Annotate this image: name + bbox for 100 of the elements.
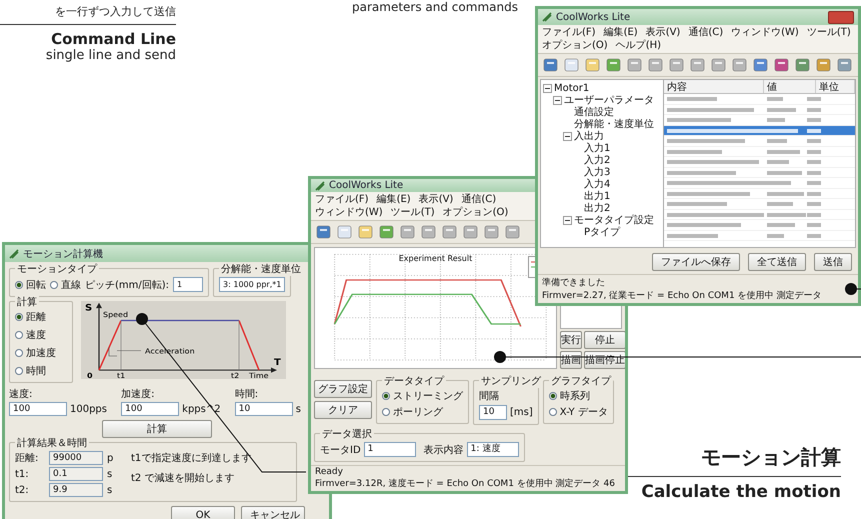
toolbar-icon[interactable] <box>584 56 602 74</box>
action-button[interactable]: 送信 <box>814 253 852 271</box>
tree-item[interactable]: Motor1 <box>554 82 590 94</box>
radio-option[interactable]: 加速度 <box>15 346 67 360</box>
radio-option[interactable]: 回転 <box>15 278 46 292</box>
action-button[interactable]: 実行 <box>560 331 582 349</box>
table-row[interactable] <box>664 220 855 231</box>
menu-item[interactable]: 通信(C) <box>688 26 724 40</box>
toolbar-icon[interactable] <box>563 56 581 74</box>
action-button[interactable]: 停止 <box>584 331 625 349</box>
unit-label: p <box>107 452 114 464</box>
result-note: t1で指定速度に到達します <box>131 452 252 465</box>
tree-item[interactable]: 入力3 <box>584 165 610 180</box>
menu-item[interactable]: ツール(T) <box>390 206 435 219</box>
tree-item[interactable]: ユーザーパラメータ <box>564 93 654 108</box>
column-header[interactable]: 内容 <box>664 80 764 94</box>
table-row[interactable] <box>664 126 855 136</box>
toolbar-icon[interactable] <box>794 56 812 74</box>
toolbar-icon[interactable] <box>773 56 791 74</box>
column-header[interactable]: 値 <box>764 80 816 94</box>
table-row[interactable] <box>664 94 855 105</box>
dialog-button[interactable]: OK <box>171 506 235 519</box>
menu-item[interactable]: 表示(V) <box>418 193 454 206</box>
toolbar-icon[interactable] <box>710 56 728 74</box>
menu-item[interactable]: 編集(E) <box>604 26 638 40</box>
group-label: 分解能・速度単位 <box>219 262 304 276</box>
status-info: Firmver=3.12R, 速度モード = Echo On COM1 を使用中 測定データ 46 <box>315 478 615 490</box>
graph-button[interactable]: グラフ設定 <box>314 380 372 398</box>
menu-item[interactable]: オプション(O) <box>442 206 508 219</box>
expander-icon[interactable] <box>543 84 552 93</box>
tree-item[interactable]: 入力4 <box>584 177 610 192</box>
table-row[interactable] <box>664 199 855 210</box>
tree-item[interactable]: 通信設定 <box>574 105 614 120</box>
tree-item[interactable]: 入力2 <box>584 153 610 168</box>
tree-item[interactable]: 分解能・速度単位 <box>574 117 654 132</box>
dropdown[interactable]: 1 <box>364 442 416 457</box>
interval-field[interactable]: 10 <box>479 405 507 420</box>
toolbar-icon[interactable] <box>605 56 623 74</box>
toolbar-icon[interactable] <box>668 56 686 74</box>
tree-item[interactable]: 出力1 <box>584 189 610 204</box>
menu-item[interactable]: ヘルプ(H) <box>616 39 662 52</box>
table-row[interactable] <box>664 157 855 168</box>
toolbar-icon[interactable] <box>399 223 417 241</box>
expander-icon[interactable] <box>563 216 572 225</box>
tree-item[interactable]: 入出力 <box>574 129 604 144</box>
toolbar-icon[interactable] <box>462 223 480 241</box>
toolbar-icon[interactable] <box>689 56 707 74</box>
tree-item[interactable]: モータタイプ設定 <box>574 213 654 228</box>
toolbar-icon[interactable] <box>731 56 749 74</box>
expander-icon[interactable] <box>563 132 572 141</box>
menu-item[interactable]: ウィンドウ(W) <box>731 26 799 40</box>
toolbar-icon[interactable] <box>752 56 770 74</box>
menu-item[interactable]: 表示(V) <box>646 26 680 40</box>
radio-option[interactable]: 時系列 <box>548 389 608 403</box>
toolbar-icon[interactable] <box>336 223 354 241</box>
menu-item[interactable]: ウィンドウ(W) <box>315 206 383 219</box>
close-button[interactable] <box>828 10 854 24</box>
dialog-button[interactable]: キャンセル <box>241 506 305 519</box>
input-field[interactable]: 10 <box>234 402 293 416</box>
resolution-dropdown[interactable]: 3: 1000 ppr,*1 <box>219 277 286 292</box>
radio-option[interactable]: X-Y データ <box>548 405 608 419</box>
table-row[interactable] <box>664 178 855 189</box>
radio-option[interactable]: 速度 <box>15 328 67 342</box>
menu-item[interactable]: ファイル(F) <box>542 26 596 40</box>
menu-item[interactable]: ファイル(F) <box>315 193 369 206</box>
tree-item[interactable]: 入力1 <box>584 141 610 156</box>
toolbar-icon[interactable] <box>504 223 522 241</box>
radio-option[interactable]: 時間 <box>15 364 67 378</box>
menu-item[interactable]: 通信(C) <box>461 193 496 206</box>
pitch-field[interactable]: 1 <box>173 277 204 292</box>
toolbar-icon[interactable] <box>836 56 854 74</box>
dropdown[interactable]: 1: 速度 <box>466 442 519 457</box>
menu-item[interactable]: 編集(E) <box>376 193 411 206</box>
input-field[interactable]: 100 <box>121 402 180 416</box>
calculate-button[interactable]: 計算 <box>102 420 212 438</box>
toolbar-icon[interactable] <box>315 223 333 241</box>
menu-item[interactable]: ツール(T) <box>806 26 851 40</box>
radio-option[interactable]: 直線 <box>50 278 81 292</box>
radio-option[interactable]: ストリーミング <box>382 389 463 403</box>
toolbar-icon[interactable] <box>378 223 396 241</box>
column-header[interactable]: 単位 <box>816 80 855 94</box>
toolbar-icon[interactable] <box>441 223 459 241</box>
toolbar-icon[interactable] <box>357 223 375 241</box>
toolbar-icon[interactable] <box>626 56 644 74</box>
radio-option[interactable]: ポーリング <box>382 405 463 419</box>
input-field[interactable]: 100 <box>9 402 67 416</box>
tree-item[interactable]: Pタイプ <box>584 225 620 240</box>
table-row[interactable] <box>664 136 855 147</box>
tree-item[interactable]: 出力2 <box>584 201 610 216</box>
menu-item[interactable]: オプション(O) <box>542 39 608 52</box>
toolbar-icon[interactable] <box>483 223 501 241</box>
toolbar-icon[interactable] <box>542 56 560 74</box>
toolbar-icon[interactable] <box>420 223 438 241</box>
graph-button[interactable]: クリア <box>314 401 372 419</box>
toolbar-icon[interactable] <box>647 56 665 74</box>
toolbar-icon[interactable] <box>815 56 833 74</box>
action-button[interactable]: 全て送信 <box>748 253 806 271</box>
action-button[interactable]: ファイルへ保存 <box>652 253 740 271</box>
expander-icon[interactable] <box>553 96 562 105</box>
radio-option[interactable]: 距離 <box>15 310 67 324</box>
